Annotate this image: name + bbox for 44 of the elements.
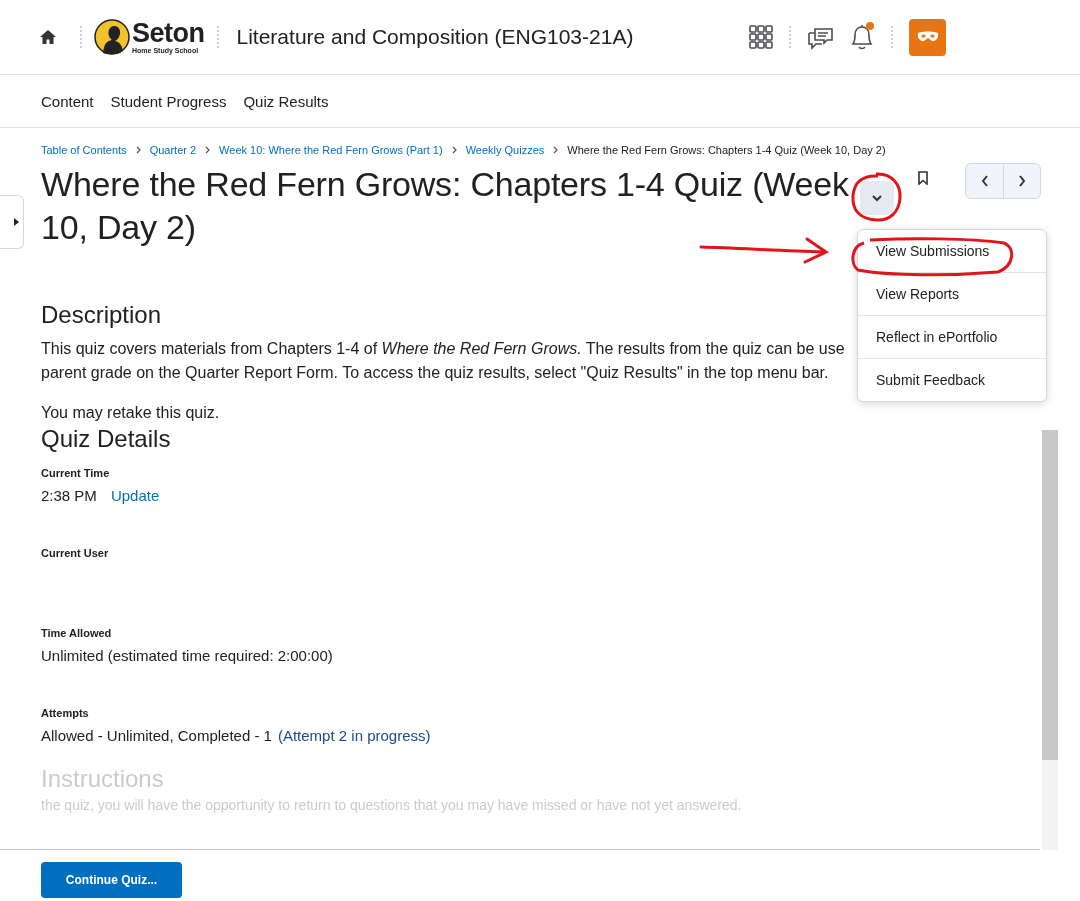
chevron-right-icon — [553, 146, 559, 154]
chevron-left-icon — [980, 175, 989, 187]
notification-bell-icon[interactable] — [849, 23, 875, 51]
page-title: Where the Red Fern Grows: Chapters 1-4 Quiz (Week 10, Day 2) — [41, 164, 850, 248]
continue-quiz-button[interactable]: Continue Quiz... — [41, 862, 182, 898]
field-link[interactable]: (Attempt 2 in progress) — [277, 727, 431, 744]
field-value: 2:38 PM — [41, 487, 97, 504]
caret-icon — [14, 218, 19, 226]
field-label: Current User — [41, 547, 110, 559]
chevron-right-icon — [135, 146, 141, 154]
menu-item[interactable]: Reflect in ePortfolio — [858, 315, 1046, 358]
app-grid-icon[interactable] — [749, 25, 773, 49]
field-value: Allowed - Unlimited, Completed - 1 — [41, 727, 272, 744]
retake-note: You may retake this quiz. — [41, 403, 221, 423]
breadcrumb-link[interactable]: Quarter 2 — [149, 144, 197, 156]
bookmark-icon[interactable] — [918, 171, 928, 185]
section-heading: Description — [41, 301, 163, 329]
field-value: Unlimited (estimated time required: 2:00:00) — [41, 647, 333, 664]
field-label: Attempts — [41, 707, 90, 719]
chevron-right-icon — [205, 146, 211, 154]
breadcrumb-link[interactable]: Table of Contents — [41, 144, 127, 156]
scrollbar[interactable] — [1042, 430, 1058, 850]
field-link[interactable]: Update — [110, 487, 160, 504]
field-label: Time Allowed — [41, 627, 113, 639]
home-icon[interactable] — [40, 30, 56, 44]
nav-link[interactable]: Student Progress — [110, 92, 227, 110]
menu-item[interactable]: View Submissions — [858, 230, 1046, 272]
options-dropdown-button[interactable] — [860, 181, 894, 215]
menu-item[interactable]: View Reports — [858, 272, 1046, 315]
breadcrumb-link[interactable]: Week 10: Where the Red Fern Grows (Part 1) — [219, 144, 443, 156]
side-panel-toggle[interactable] — [0, 195, 24, 249]
course-title: Literature and Composition (ENG103-21A) — [236, 25, 634, 49]
chevron-down-icon — [871, 194, 883, 202]
menu-item[interactable]: Submit Feedback — [858, 358, 1046, 401]
section-heading: Quiz Details — [41, 425, 172, 453]
nav-link[interactable]: Content — [41, 92, 94, 110]
field-label: Current Time — [41, 467, 111, 479]
breadcrumb-current: Where the Red Fern Grows: Chapters 1-4 Quiz (Week 10, Day 2) — [567, 144, 886, 156]
description-text: This quiz covers materials from Chapters 1-4 of Where the Red Fern Grows. The results from the quiz can be use parent grade on the Quarter Report Form. To access the quiz results, select "Quiz Results" in the top menu bar. — [41, 339, 846, 383]
user-avatar[interactable] — [909, 18, 946, 56]
nav-link[interactable]: Quiz Results — [243, 92, 329, 110]
breadcrumb-link[interactable]: Weekly Quizzes — [465, 144, 545, 156]
chevron-right-icon — [451, 146, 457, 154]
chevron-right-icon — [1018, 175, 1026, 187]
